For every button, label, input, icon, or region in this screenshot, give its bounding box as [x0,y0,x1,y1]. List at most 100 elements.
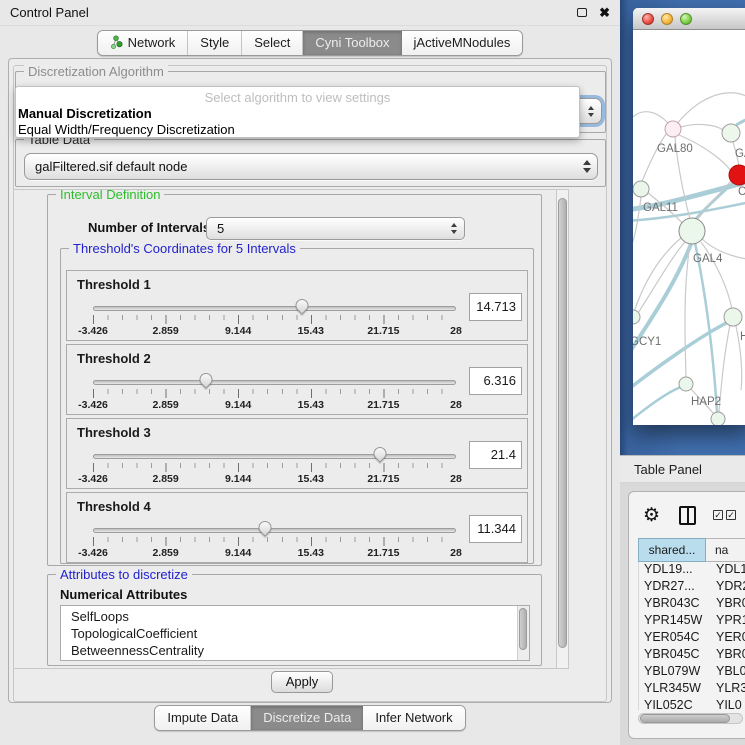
threshold-1-slider[interactable]: -3.426 2.859 9.144 15.43 21.715 28 [93,299,456,339]
slider-thumb[interactable] [293,296,311,314]
node-label-clipped: C [738,186,745,198]
column-header-name[interactable]: na [706,538,745,562]
threshold-3-slider[interactable]: -3.426 2.859 9.144 15.43 21.715 28 [93,447,456,487]
checkbox-icon[interactable]: ✓ [726,510,736,520]
table-row[interactable]: YBL079WYBL0 [639,664,745,681]
threshold-4-slider[interactable]: -3.426 2.859 9.144 15.43 21.715 28 [93,521,456,561]
slider-thumb[interactable] [255,518,273,536]
close-icon[interactable]: ✖ [599,6,610,19]
threshold-4-label: Threshold 4 [77,499,151,514]
table-row[interactable]: YLR345WYLR3 [639,681,745,698]
slider-track[interactable] [93,454,456,459]
node-label-hap2: HAP2 [691,396,721,408]
checkbox-icon[interactable]: ✓ [713,510,723,520]
table-data-group: Table Data galFiltered.sif default node [15,139,606,187]
menu-item-manual-discretization[interactable]: Manual Discretization [18,106,152,121]
threshold-2-panel: Threshold 2 -3.426 2.859 9.144 15.43 21.… [66,344,528,415]
threshold-3-value-field[interactable]: 21.4 [469,441,522,469]
slider-ticks [93,537,456,546]
tab-jactivemnodules[interactable]: jActiveMNodules [402,31,523,55]
network-node[interactable] [724,308,742,326]
network-node[interactable] [711,412,725,425]
content-scrollbar-thumb[interactable] [558,198,567,648]
threshold-3-panel: Threshold 3 -3.426 2.859 9.144 15.43 21.… [66,418,528,489]
table-panel-titlebar: Table Panel [620,455,745,483]
algorithm-hint: Select algorithm to view settings [16,90,579,105]
slider-track[interactable] [93,528,456,533]
close-traffic-light-icon[interactable] [642,13,654,25]
table-row[interactable]: YDR27...YDR2 [639,579,745,596]
slider-thumb[interactable] [371,444,389,462]
table-row[interactable]: YDL19...YDL1 [639,562,745,579]
combo-stepper-icon [581,160,597,173]
table-row[interactable]: YPR145WYPR1 [639,613,745,630]
slider-ticks [93,315,456,324]
table-row[interactable]: YBR043CYBR0 [639,596,745,613]
tab-infer-network[interactable]: Infer Network [363,706,464,730]
algorithm-dropdown-popup: Select algorithm to view settings Manual… [15,86,580,138]
tab-cyni-toolbox[interactable]: Cyni Toolbox [303,31,401,55]
list-scrollbar[interactable] [517,606,529,660]
threshold-2-value-field[interactable]: 6.316 [469,367,522,395]
threshold-2-slider[interactable]: -3.426 2.859 9.144 15.43 21.715 28 [93,373,456,413]
slider-track[interactable] [93,380,456,385]
float-window-icon[interactable] [577,8,587,17]
tab-style[interactable]: Style [188,31,242,55]
interval-definition-title: Interval Definition [56,189,164,202]
network-node[interactable] [679,377,693,391]
menu-item-equal-width-frequency[interactable]: Equal Width/Frequency Discretization [18,122,235,137]
minimize-traffic-light-icon[interactable] [661,13,673,25]
table-data-combobox[interactable]: galFiltered.sif default node [24,153,598,180]
cyni-toolbox-pane: Discretization Algorithm Select algorith… [8,58,612,703]
table-header-row: shared... na [638,538,745,562]
threshold-4-value-field[interactable]: 11.344 [469,515,522,543]
network-node[interactable] [633,181,649,197]
tab-select[interactable]: Select [242,31,303,55]
table-row[interactable]: YBR045CYBR0 [639,647,745,664]
node-label-clipped: H [740,331,745,343]
right-region: GAL80 GA C GAL11 GAL4 GCY1 H HAP2 Table … [620,0,745,745]
network-node[interactable] [722,124,740,142]
list-item[interactable]: SelfLoops [61,608,529,625]
content-scrollbar[interactable] [556,189,569,669]
network-canvas[interactable]: GAL80 GA C GAL11 GAL4 GCY1 H HAP2 [633,30,745,425]
slider-thumb[interactable] [196,370,214,388]
tab-network[interactable]: Network [98,31,189,55]
threshold-3-label: Threshold 3 [77,425,151,440]
table-scrollbar-thumb[interactable] [640,714,730,723]
list-scrollbar-thumb[interactable] [519,608,527,650]
thresholds-group: Threshold's Coordinates for 5 Intervals … [60,248,534,564]
node-label-clipped: GA [735,148,745,160]
tab-impute-data[interactable]: Impute Data [155,706,251,730]
network-node[interactable] [665,121,681,137]
tab-discretize-data[interactable]: Discretize Data [251,706,363,730]
threshold-1-value-field[interactable]: 14.713 [469,293,522,321]
control-panel: Control Panel ✖ Network Style Select Cyn… [0,0,620,745]
table-row[interactable]: YER054CYER0 [639,630,745,647]
slider-ticks [93,463,456,472]
table-row[interactable]: YIL052CYIL0 [639,698,745,710]
top-tabbar: Network Style Select Cyni Toolbox jActiv… [0,30,620,56]
column-header-shared-name[interactable]: shared... [638,538,706,562]
number-of-intervals-combobox[interactable]: 5 [206,217,465,240]
slider-ticks [93,389,456,398]
interval-definition-group: Interval Definition Number of Intervals … [47,194,542,566]
apply-button[interactable]: Apply [271,671,333,693]
network-node-gal4[interactable] [679,218,705,244]
node-label-gal4: GAL4 [693,253,723,265]
list-item[interactable]: BetweennessCentrality [61,642,529,659]
threshold-1-label: Threshold 1 [77,277,151,292]
discretization-algorithm-title: Discretization Algorithm [24,64,168,79]
attributes-title: Attributes to discretize [56,567,192,582]
slider-track[interactable] [93,306,456,311]
table-horizontal-scrollbar[interactable] [638,713,743,724]
bottom-tabbar: Impute Data Discretize Data Infer Networ… [0,705,620,731]
gear-icon[interactable]: ⚙ [643,506,660,525]
columns-icon[interactable] [679,506,696,525]
list-item[interactable]: TopologicalCoefficient [61,625,529,642]
network-node-selected[interactable] [729,165,745,185]
control-panel-titlebar: Control Panel ✖ [0,0,620,26]
table-rows: YDL19...YDL1 YDR27...YDR2 YBR043CYBR0 YP… [638,562,745,710]
zoom-traffic-light-icon[interactable] [680,13,692,25]
combo-stepper-icon [448,223,464,234]
